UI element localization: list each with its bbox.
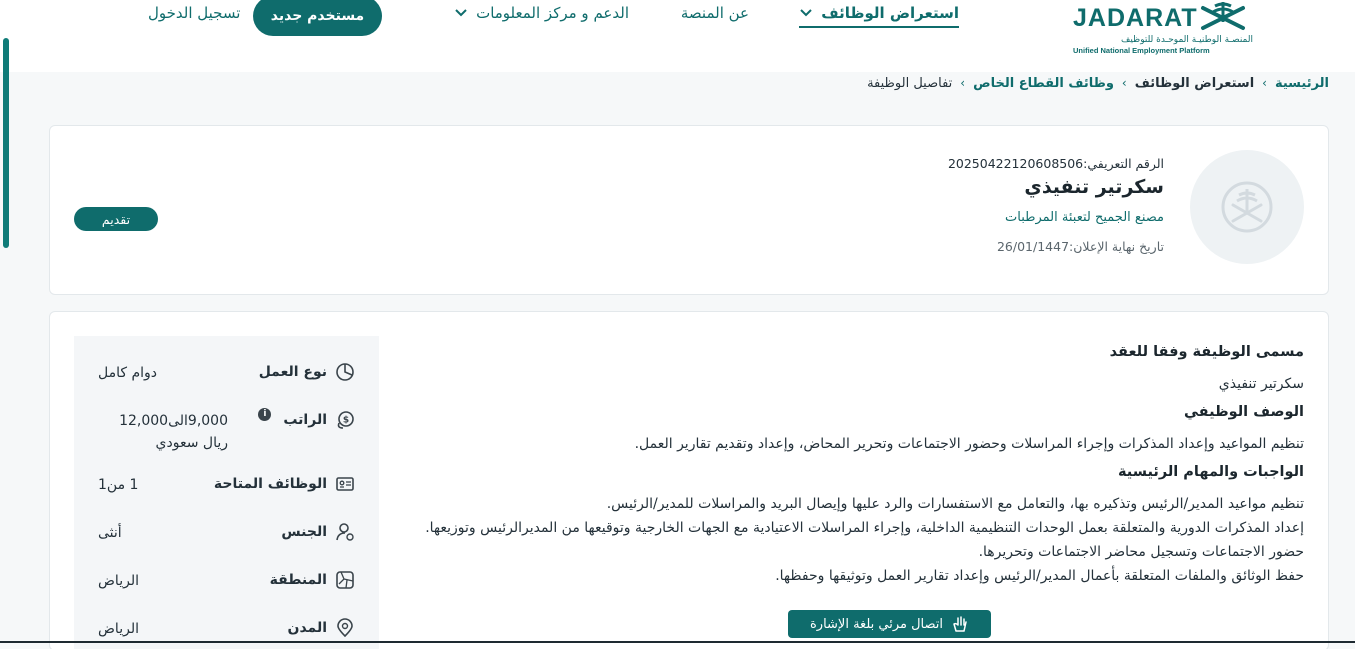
description-text: تنظيم المواعيد وإعداد المذكرات وإجراء ال… — [634, 436, 1304, 452]
description-heading: الوصف الوظيفي — [1183, 404, 1304, 420]
region-value: الرياض — [98, 573, 139, 589]
salary-value: 9,000الى12,000 ريال سعودي — [119, 413, 228, 451]
nav-browse-jobs-label: استعراض الوظائف — [821, 4, 959, 22]
svg-text:$: $ — [343, 416, 349, 426]
contract-title-heading: مسمى الوظيفة وفقا للعقد — [1109, 344, 1304, 360]
duty-item: إعداد المذكرات الدورية والمتعلقة بعمل ال… — [425, 520, 1304, 536]
nav-support[interactable]: الدعم و مركز المعلومات — [454, 4, 629, 22]
pie-chart-icon — [336, 363, 354, 381]
info-row-salary: $ الراتب i 9,000الى12,000 ريال سعودي — [74, 407, 379, 460]
info-row-work-type: نوع العمل دوام كامل — [74, 362, 379, 402]
job-info-panel: نوع العمل دوام كامل $ الراتب i 9,000الى1… — [74, 336, 379, 649]
info-icon[interactable]: i — [258, 407, 272, 421]
new-user-button[interactable]: مستخدم جديد — [253, 0, 382, 36]
duty-item: حفظ الوثائق والملفات المتعلقة بأعمال الم… — [775, 568, 1304, 584]
breadcrumb: الرئيسية › استعراض الوظائف › وظائف القطا… — [867, 72, 1329, 94]
info-row-gender: الجنس أنثى — [74, 522, 379, 562]
duties-heading: الواجبات والمهام الرئيسية — [1117, 464, 1304, 480]
breadcrumb-home[interactable]: الرئيسية — [1275, 76, 1329, 91]
apply-button[interactable]: تقديم — [74, 207, 158, 231]
salary-label: الراتب — [283, 412, 327, 428]
user-icon — [336, 523, 354, 541]
job-details-panel: مسمى الوظيفة وفقا للعقد سكرتير تنفيذي ال… — [49, 311, 1329, 649]
breadcrumb-private-sector[interactable]: وظائف القطاع الخاص — [973, 76, 1114, 91]
breadcrumb-current: تفاصيل الوظيفة — [867, 75, 953, 91]
bottom-divider — [0, 641, 1355, 643]
duties-list: تنظيم مواعيد المدير/الرئيس وتذكيره بها، … — [394, 492, 1304, 588]
chevron-left-icon: › — [960, 76, 966, 90]
company-avatar — [1190, 150, 1304, 264]
gender-value: أنثى — [98, 525, 122, 541]
work-type-value: دوام كامل — [98, 365, 158, 381]
scroll-indicator[interactable] — [3, 38, 9, 248]
saudi-emblem-icon — [1201, 2, 1245, 30]
city-label: المدن — [287, 620, 327, 636]
contract-title: سكرتير تنفيذي — [1218, 376, 1304, 392]
job-description: مسمى الوظيفة وفقا للعقد سكرتير تنفيذي ال… — [394, 342, 1304, 588]
site-header: JADARAT المنصـة الوطنيـة الموحـدة للتوظي… — [0, 0, 1355, 72]
openings-label: الوظائف المتاحة — [213, 476, 327, 492]
chevron-left-icon: › — [1121, 76, 1127, 90]
gender-label: الجنس — [281, 524, 327, 540]
sign-language-label: اتصال مرئي بلغة الإشارة — [809, 616, 944, 632]
placeholder-emblem-icon — [1221, 181, 1273, 233]
login-link[interactable]: تسجيل الدخول — [148, 4, 240, 22]
jadarat-logo[interactable]: JADARAT المنصـة الوطنيـة الموحـدة للتوظي… — [1071, 0, 1255, 60]
chevron-down-icon — [455, 9, 467, 17]
city-value: الرياض — [98, 621, 139, 637]
sign-language-hand-icon — [953, 616, 967, 632]
deadline-date: تاريخ نهاية الإعلان:26/01/1447 — [996, 239, 1164, 254]
duty-item: تنظيم مواعيد المدير/الرئيس وتذكيره بها، … — [606, 496, 1304, 512]
breadcrumb-browse-jobs[interactable]: استعراض الوظائف — [1135, 76, 1254, 91]
id-card-icon — [336, 477, 354, 491]
info-row-openings: الوظائف المتاحة 1 من1 — [74, 474, 379, 514]
job-id: الرقم التعريفي:20250422120608506 — [947, 156, 1164, 171]
nav-about[interactable]: عن المنصة — [681, 4, 749, 22]
region-label: المنطقة — [269, 572, 327, 588]
nav-about-label: عن المنصة — [680, 4, 749, 22]
openings-value: 1 من1 — [98, 477, 139, 493]
logo-english-name: Unified National Employment Platform — [1073, 46, 1210, 55]
info-row-region: المنطقة الرياض — [74, 570, 379, 610]
logo-word: JADARAT — [1073, 4, 1198, 32]
duty-item: حضور الاجتماعات وتسجيل محاضر الاجتماعات … — [978, 544, 1304, 560]
logo-arabic-name: المنصـة الوطنيـة الموحـدة للتوظيف — [1121, 35, 1253, 45]
company-name-link[interactable]: مصنع الجميح لتعبئة المرطبات — [1005, 210, 1164, 225]
location-pin-icon — [337, 618, 353, 638]
chevron-down-icon — [800, 9, 812, 17]
money-icon: $ — [337, 411, 354, 429]
info-row-city: المدن الرياض — [74, 618, 379, 649]
nav-support-label: الدعم و مركز المعلومات — [476, 4, 629, 22]
job-summary-card: الرقم التعريفي:20250422120608506 سكرتير … — [49, 125, 1329, 295]
work-type-label: نوع العمل — [258, 364, 327, 380]
chevron-left-icon: › — [1262, 76, 1267, 90]
nav-browse-jobs[interactable]: استعراض الوظائف — [799, 4, 959, 28]
sign-language-button[interactable]: اتصال مرئي بلغة الإشارة — [788, 610, 991, 638]
job-title: سكرتير تنفيذي — [1024, 176, 1164, 198]
map-icon — [336, 571, 354, 589]
